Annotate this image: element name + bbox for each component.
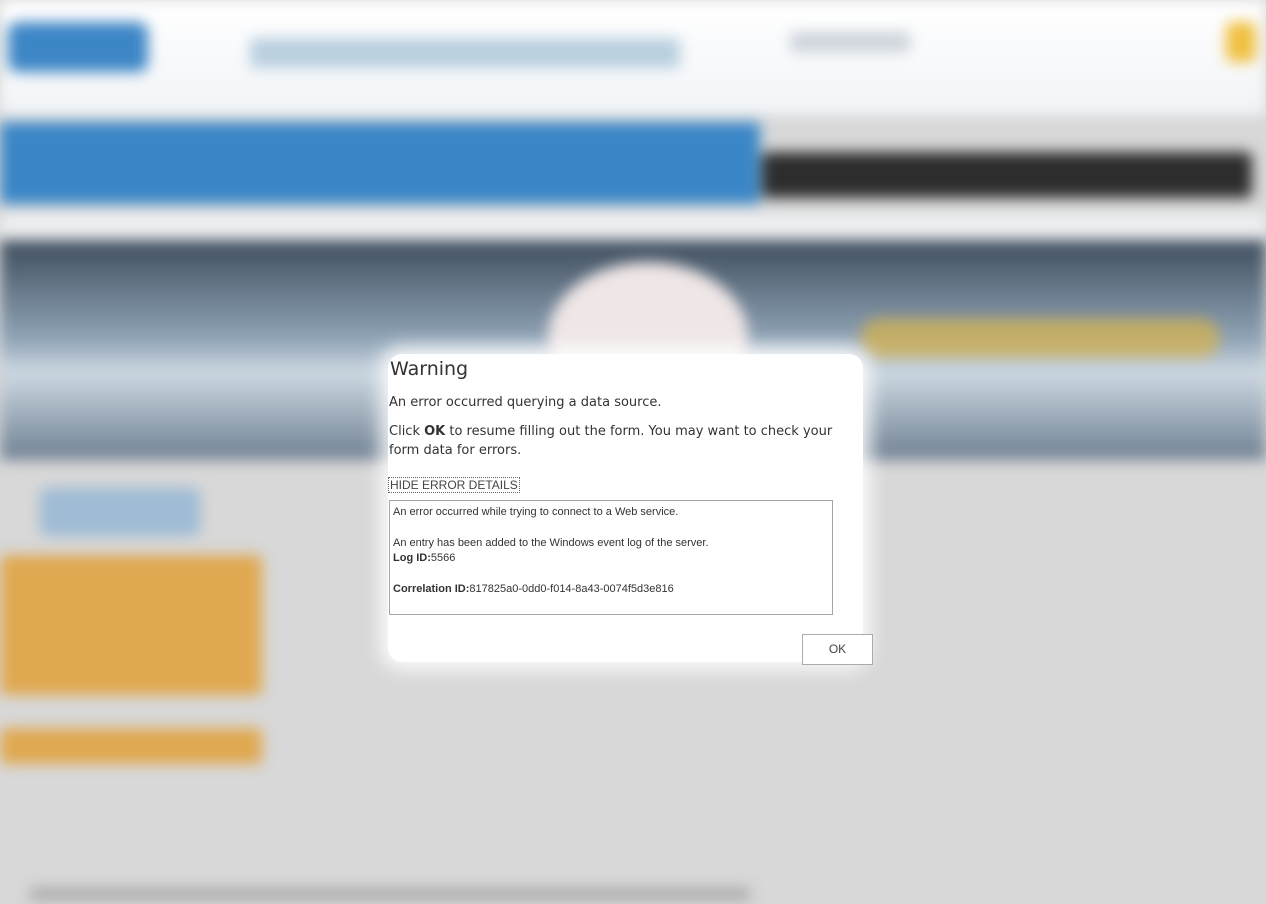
footer-scrollbar: [30, 888, 750, 900]
hide-error-details-link[interactable]: HIDE ERROR DETAILS: [388, 477, 520, 493]
sidebar-menu-bar: [0, 728, 262, 764]
page: Warning An error occurred querying a dat…: [0, 0, 1266, 904]
detail-spacer: [393, 520, 829, 536]
header-search-blurred: [790, 32, 910, 52]
error-details-box[interactable]: An error occurred while trying to connec…: [389, 500, 833, 615]
banner-gold-ribbon: [860, 318, 1220, 358]
main-navigation-bar: [0, 122, 760, 204]
ok-button[interactable]: OK: [802, 634, 873, 665]
site-title-blurred: [250, 38, 680, 68]
dialog-title: Warning: [390, 358, 469, 380]
secondary-navigation-bar: [762, 152, 1252, 198]
warning-dialog: Warning An error occurred querying a dat…: [388, 354, 873, 665]
dialog-message: An error occurred querying a data source…: [389, 395, 662, 410]
instructions-prefix: Click: [389, 424, 425, 439]
header-divider-band: [0, 212, 1266, 242]
sidebar-badge: [40, 488, 200, 536]
header-corner-icon: [1226, 22, 1256, 62]
instructions-suffix: to resume filling out the form. You may …: [389, 424, 833, 458]
log-id-value: 5566: [430, 552, 456, 564]
log-id-label: Log ID:: [393, 552, 431, 564]
dialog-instructions: Click OK to resume filling out the form.…: [389, 422, 859, 460]
detail-spacer: [393, 566, 829, 582]
instructions-ok-emphasis: OK: [424, 424, 446, 439]
correlation-id-label: Correlation ID:: [393, 583, 470, 595]
log-id-row: Log ID:5566: [393, 551, 829, 566]
sidebar-menu-panel: [0, 555, 262, 695]
error-detail-line: An error occurred while trying to connec…: [393, 506, 679, 518]
site-logo: [8, 22, 148, 72]
correlation-id-value: 817825a0-0dd0-f014-8a43-0074f5d3e816: [469, 583, 674, 595]
error-detail-line: An entry has been added to the Windows e…: [393, 537, 709, 549]
correlation-id-row: Correlation ID:817825a0-0dd0-f014-8a43-0…: [393, 582, 829, 597]
